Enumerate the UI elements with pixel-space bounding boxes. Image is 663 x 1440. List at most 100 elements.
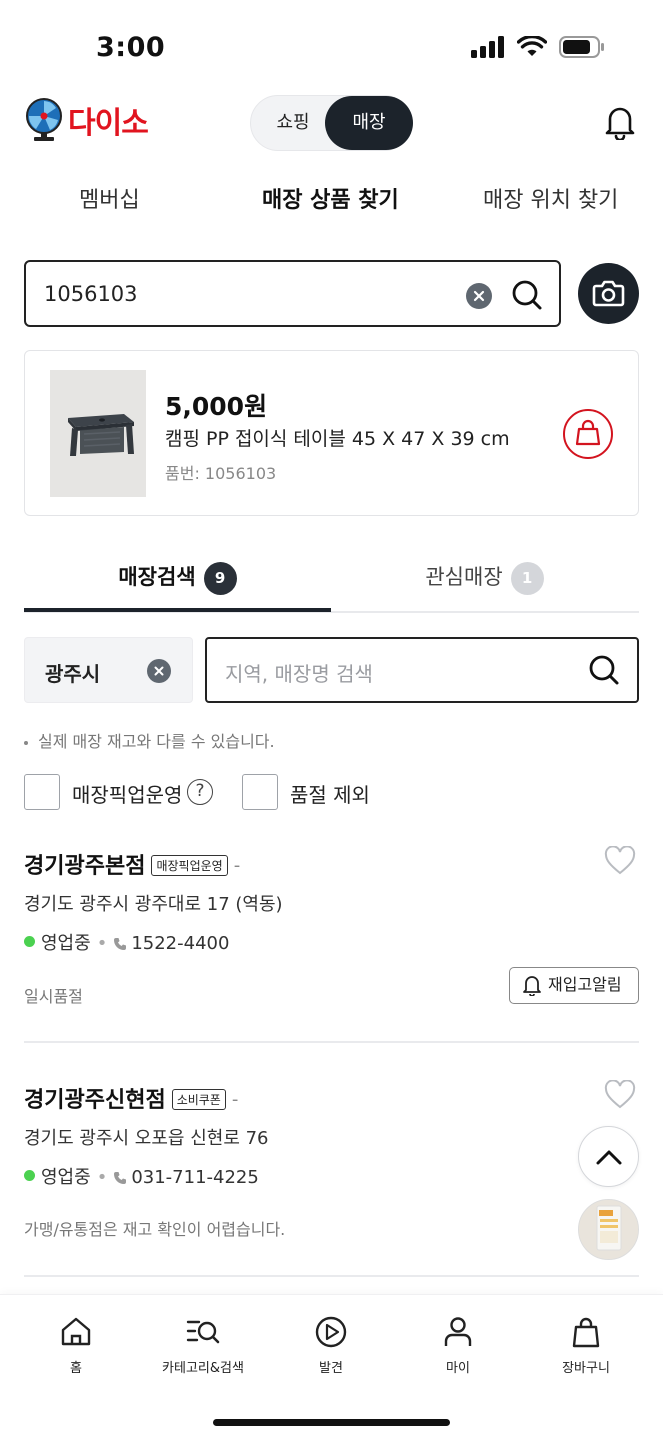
top-tabs: 멤버십 매장 상품 찾기 매장 위치 찾기 (0, 182, 663, 222)
nav-discover-label: 발견 (319, 1361, 343, 1376)
category-search-icon (186, 1320, 220, 1344)
product-name: 캠핑 PP 접이식 테이블 45 X 47 X 39 cm (165, 428, 510, 450)
nav-category-search[interactable]: 카테고리&검색 (148, 1315, 258, 1376)
product-card[interactable]: 5,000원 캠핑 PP 접이식 테이블 45 X 47 X 39 cm 품번:… (24, 350, 639, 516)
stock-notice-text: 실제 매장 재고와 다를 수 있습니다. (38, 732, 275, 751)
status-time: 3:00 (96, 32, 166, 63)
open-status-dot (24, 1170, 35, 1181)
clear-search-button[interactable] (466, 283, 492, 309)
search-icon[interactable] (587, 653, 621, 687)
notification-bell-icon[interactable] (604, 104, 636, 140)
nav-home[interactable]: 홈 (21, 1315, 131, 1376)
nav-my[interactable]: 마이 (403, 1315, 513, 1376)
store-phone[interactable]: 1522-4400 (131, 933, 229, 954)
store-address: 경기도 광주시 오포읍 신현로 76 (24, 1128, 269, 1149)
play-circle-icon (315, 1316, 347, 1348)
store-phone[interactable]: 031-711-4225 (131, 1167, 259, 1188)
store-meta: 영업중 • 1522-4400 (24, 929, 229, 955)
stock-status: 가맹/유통점은 재고 확인이 어렵습니다. (24, 1220, 286, 1239)
exclude-soldout-checkbox[interactable] (242, 774, 278, 810)
pickup-checkbox[interactable] (24, 774, 60, 810)
mode-toggle[interactable]: 쇼핑 매장 (250, 95, 413, 151)
product-thumbnail-image (579, 1200, 638, 1259)
store-address: 경기도 광주시 광주대로 17 (역동) (24, 894, 283, 915)
tab-find-store-location[interactable]: 매장 위치 찾기 (483, 182, 618, 214)
list-divider (24, 1041, 639, 1043)
store-tag: 소비쿠폰 (171, 1089, 226, 1110)
region-search-input[interactable]: 지역, 매장명 검색 (205, 637, 639, 703)
product-price: 5,000원 (165, 392, 268, 421)
tab-store-search[interactable]: 매장검색 9 (24, 555, 331, 611)
recent-product-thumbnail[interactable] (578, 1199, 639, 1260)
product-code: 품번: 1056103 (165, 464, 277, 483)
scroll-to-top-button[interactable] (578, 1126, 639, 1187)
exclude-soldout-label: 품절 제외 (290, 783, 370, 807)
search-icon[interactable] (510, 278, 544, 312)
battery-icon (559, 36, 604, 58)
store-name: 경기광주본점 (24, 854, 146, 879)
signal-icon (471, 36, 504, 58)
nav-category-search-label: 카테고리&검색 (162, 1361, 244, 1376)
store-tag: 매장픽업운영 (151, 855, 228, 876)
clear-city-button[interactable] (147, 659, 171, 683)
chevron-up-icon (596, 1150, 622, 1165)
app-header: 다이소 쇼핑 매장 (0, 90, 663, 160)
nav-my-label: 마이 (446, 1361, 470, 1376)
store-item[interactable]: 경기광주신현점 소비쿠폰 - 경기도 광주시 오포읍 신현로 76 영업중 • 031-… (24, 1080, 639, 1252)
tab-membership[interactable]: 멤버십 (79, 182, 140, 214)
bell-icon (523, 976, 541, 996)
tab-favorite-stores-label: 관심매장 (425, 565, 503, 589)
favorite-stores-count-badge: 1 (510, 561, 544, 595)
store-search-count-badge: 9 (203, 561, 237, 595)
active-tab-indicator (24, 608, 331, 612)
mode-store-option[interactable]: 매장 (325, 96, 413, 150)
product-search-input[interactable]: 1056103 (24, 260, 561, 327)
store-name: 경기광주신현점 (24, 1088, 166, 1113)
close-icon (154, 666, 164, 676)
store-status: 영업중 (41, 933, 91, 954)
shopping-bag-icon (572, 1317, 600, 1348)
camera-search-button[interactable] (578, 263, 639, 324)
phone-icon (114, 1172, 127, 1184)
search-value: 1056103 (44, 282, 138, 306)
camera-icon (592, 280, 625, 307)
stock-status: 일시품절 (24, 987, 83, 1006)
bullet-icon (24, 740, 28, 745)
city-filter-chip[interactable]: 광주시 (24, 637, 193, 703)
restock-alert-label: 재입고알림 (548, 975, 622, 994)
nav-cart[interactable]: 장바구니 (531, 1315, 641, 1376)
person-icon (444, 1317, 472, 1346)
wifi-icon (517, 36, 547, 56)
tab-favorite-stores[interactable]: 관심매장 1 (331, 555, 638, 611)
store-item[interactable]: 경기광주본점 매장픽업운영 - 경기도 광주시 광주대로 17 (역동) 영업중 • 1… (24, 846, 639, 1018)
city-label: 광주시 (45, 662, 101, 686)
fan-logo-icon (26, 98, 62, 141)
phone-icon (114, 938, 127, 950)
logo-text: 다이소 (68, 106, 149, 141)
region-search-placeholder: 지역, 매장명 검색 (225, 662, 373, 686)
store-tabs: 매장검색 9 관심매장 1 (24, 555, 639, 613)
status-icons (471, 36, 605, 58)
nav-home-label: 홈 (70, 1361, 82, 1376)
nav-cart-label: 장바구니 (562, 1361, 610, 1376)
status-bar: 3:00 (0, 0, 663, 90)
store-dash: - (233, 855, 241, 876)
mode-shopping-option[interactable]: 쇼핑 (251, 96, 335, 150)
help-icon[interactable]: ? (187, 779, 213, 805)
store-name-row: 경기광주본점 매장픽업운영 - (24, 848, 240, 880)
heart-icon[interactable] (604, 1080, 636, 1110)
tab-find-store-product[interactable]: 매장 상품 찾기 (262, 182, 399, 214)
store-status: 영업중 (41, 1167, 91, 1188)
shopping-bag-icon (575, 419, 601, 446)
pickup-checkbox-label: 매장픽업운영 (72, 783, 183, 807)
store-meta: 영업중 • 031-711-4225 (24, 1163, 259, 1189)
restock-alert-button[interactable]: 재입고알림 (509, 967, 639, 1004)
list-divider (24, 1275, 639, 1277)
add-to-cart-button[interactable] (563, 409, 613, 459)
heart-icon[interactable] (604, 846, 636, 876)
bottom-navigation: 홈 카테고리&검색 발견 마이 장바구니 (0, 1294, 663, 1440)
folding-table-image (50, 370, 146, 497)
stock-notice: 실제 매장 재고와 다를 수 있습니다. (24, 728, 275, 752)
daiso-logo[interactable]: 다이소 (24, 98, 149, 142)
nav-discover[interactable]: 발견 (276, 1315, 386, 1376)
